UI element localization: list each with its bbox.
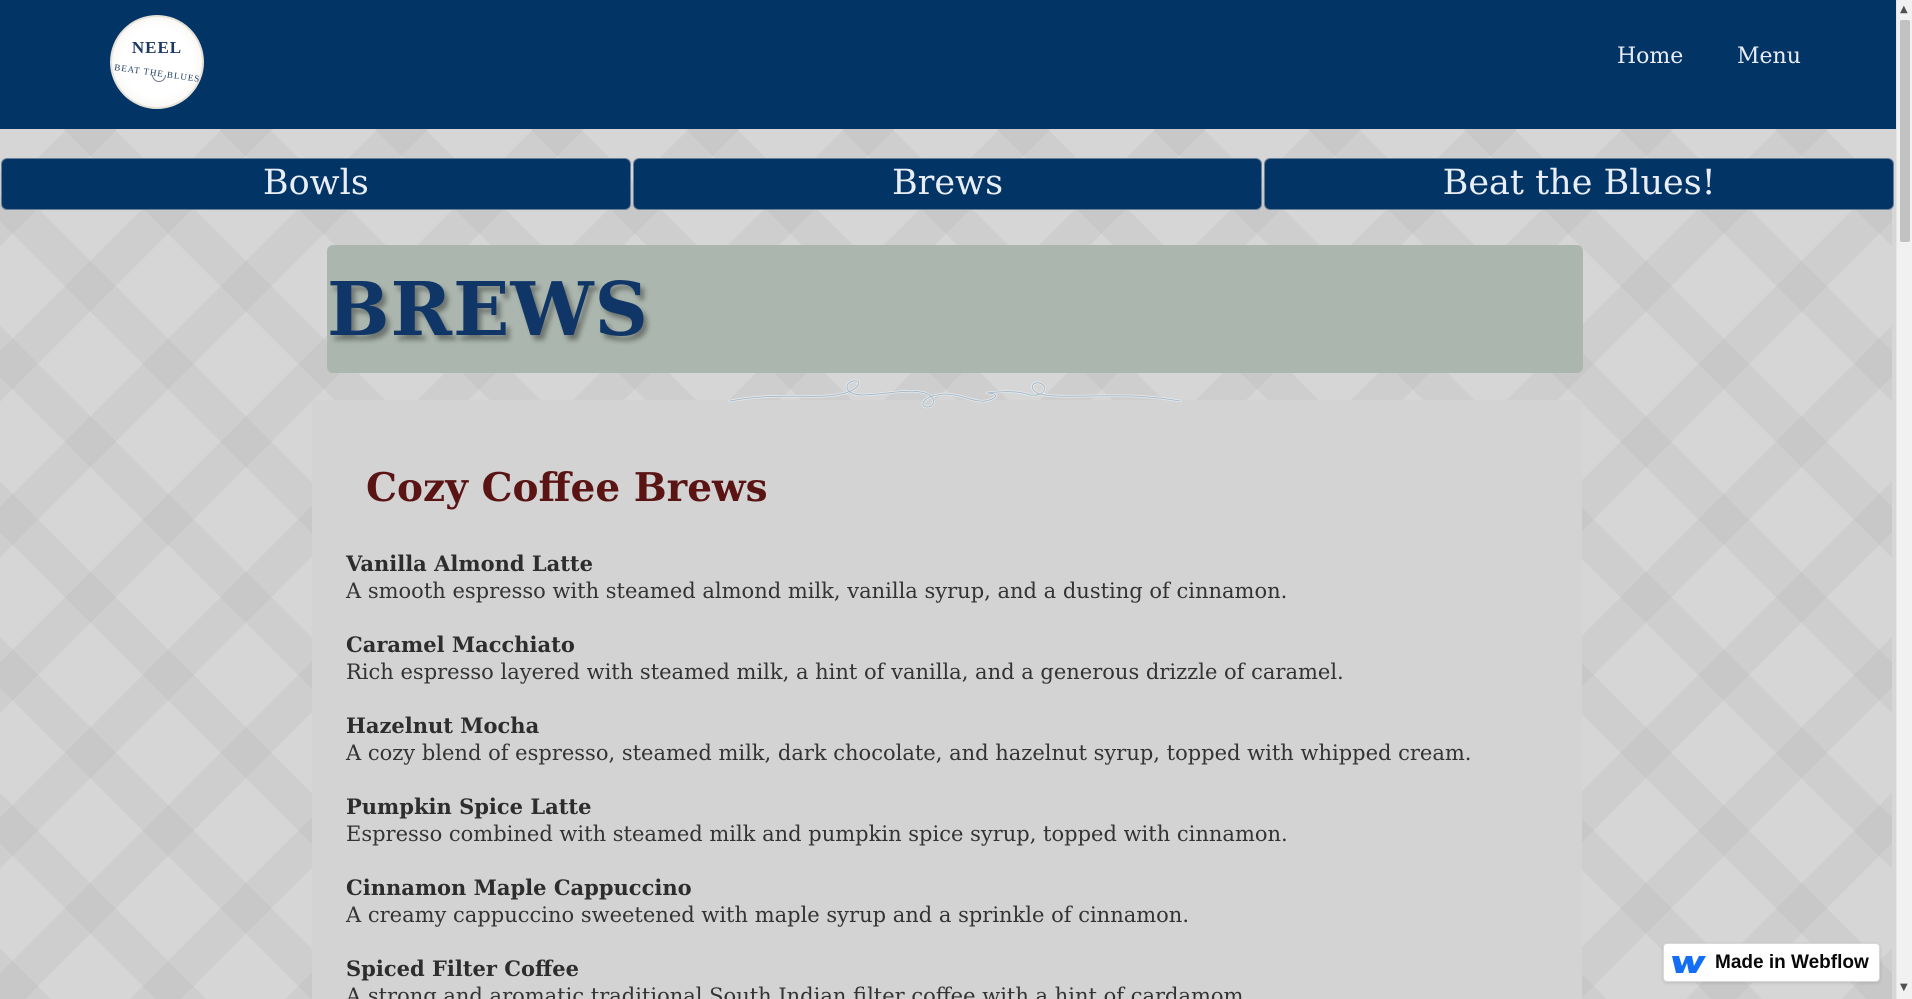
logo-top-text: NEEL — [131, 38, 183, 57]
scroll-up-icon[interactable]: ▲ — [1900, 4, 1908, 15]
item-description: A creamy cappuccino sweetened with maple… — [346, 903, 1190, 927]
list-item: Spiced Filter Coffee A strong and aromat… — [346, 956, 1586, 999]
section-title: Cozy Coffee Brews — [366, 465, 768, 511]
site-header: NEEL BEAT THE BLUES Home Menu — [0, 0, 1896, 129]
item-description: Rich espresso layered with steamed milk,… — [346, 660, 1344, 684]
item-name: Spiced Filter Coffee — [346, 956, 579, 981]
flourish-divider — [728, 379, 1182, 409]
tab-bowls[interactable]: Bowls — [1, 158, 631, 210]
tab-brews[interactable]: Brews — [632, 158, 1263, 210]
menu-items-list: Vanilla Almond Latte A smooth espresso w… — [346, 551, 1586, 999]
item-name: Cinnamon Maple Cappuccino — [346, 875, 692, 900]
item-name: Hazelnut Mocha — [346, 713, 540, 738]
list-item: Pumpkin Spice Latte Espresso combined wi… — [346, 794, 1586, 848]
vertical-scrollbar[interactable]: ▲ ▼ — [1896, 0, 1912, 999]
item-description: A cozy blend of espresso, steamed milk, … — [346, 741, 1472, 765]
scrollbar-thumb[interactable] — [1900, 20, 1910, 242]
tab-beat-the-blues[interactable]: Beat the Blues! — [1264, 158, 1895, 210]
list-item: Hazelnut Mocha A cozy blend of espresso,… — [346, 713, 1586, 767]
list-item: Cinnamon Maple Cappuccino A creamy cappu… — [346, 875, 1586, 929]
item-description: Espresso combined with steamed milk and … — [346, 822, 1288, 846]
scroll-down-icon[interactable]: ▼ — [1900, 982, 1908, 993]
item-description: A strong and aromatic traditional South … — [346, 984, 1251, 999]
item-name: Vanilla Almond Latte — [346, 551, 593, 576]
webflow-icon — [1672, 955, 1706, 973]
made-in-webflow-badge[interactable]: Made in Webflow — [1663, 943, 1880, 982]
nav-home-link[interactable]: Home — [1617, 44, 1683, 69]
page-title-banner: BREWS — [327, 245, 1583, 373]
webflow-badge-label: Made in Webflow — [1715, 951, 1869, 973]
list-item: Vanilla Almond Latte A smooth espresso w… — [346, 551, 1586, 605]
item-description: A smooth espresso with steamed almond mi… — [346, 579, 1288, 603]
page-title: BREWS — [327, 267, 649, 353]
item-name: Caramel Macchiato — [346, 632, 575, 657]
list-item: Caramel Macchiato Rich espresso layered … — [346, 632, 1586, 686]
item-name: Pumpkin Spice Latte — [346, 794, 592, 819]
brand-logo[interactable]: NEEL BEAT THE BLUES — [110, 15, 204, 109]
category-tabs: Bowls Brews Beat the Blues! — [1, 158, 1895, 210]
nav-menu-link[interactable]: Menu — [1737, 44, 1801, 69]
